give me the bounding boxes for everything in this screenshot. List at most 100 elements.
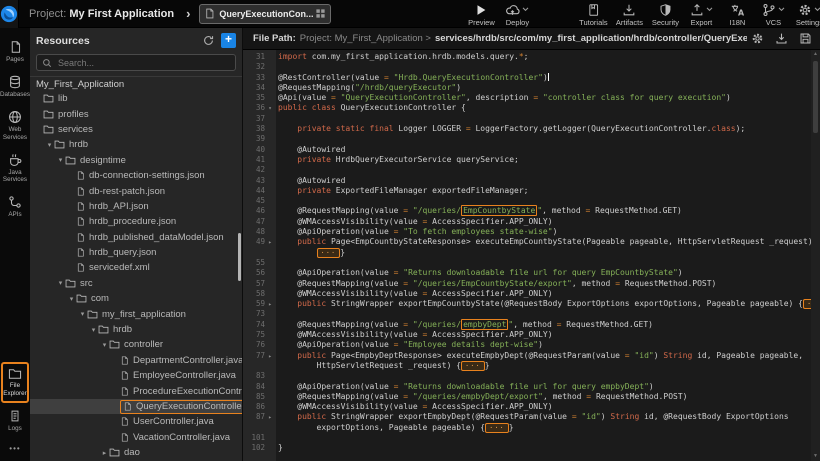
tree-item-hrdb-query-json[interactable]: hrdb_query.json [30, 245, 242, 260]
code-line[interactable]: 84 @ApiOperation(value = "Returns downlo… [243, 382, 811, 392]
chevron-down-icon[interactable]: ▾ [78, 310, 87, 318]
action-artifacts[interactable]: Artifacts [611, 1, 647, 27]
tree-item-hrdb-published-datamodel-json[interactable]: hrdb_published_dataModel.json [30, 230, 242, 245]
code-line[interactable]: 43 @Autowired [243, 176, 811, 186]
gear-icon[interactable] [751, 32, 764, 45]
fold-marker-icon[interactable]: ▸ [265, 412, 275, 422]
app-logo-icon[interactable] [0, 0, 19, 28]
tree-root[interactable]: My_First_Application [30, 76, 242, 91]
tree-item-vacationcontroller-java[interactable]: VacationController.java [30, 430, 242, 445]
code-line[interactable]: 42 [243, 165, 811, 175]
code-line[interactable]: 49▸ public Page<EmpCountbyStateResponse>… [243, 237, 811, 247]
code-line[interactable]: exportOptions, Pageable pageable) {···} [243, 423, 811, 433]
action-tutorials[interactable]: Tutorials [575, 1, 611, 27]
code-line[interactable]: 58 @WMAccessVisibility(value = AccessSpe… [243, 289, 811, 299]
scrollbar-thumb[interactable] [813, 61, 818, 133]
code-line[interactable]: 101 [243, 433, 811, 443]
tree-item-services[interactable]: services [30, 122, 242, 137]
chevron-right-icon[interactable]: ▸ [100, 449, 109, 457]
grid-icon[interactable] [315, 8, 326, 19]
code-line[interactable]: 44 private ExportedFileManager exportedF… [243, 186, 811, 196]
chevron-down-icon[interactable]: ▾ [56, 279, 65, 287]
sidebar-item-web-services[interactable]: Web Services [0, 104, 30, 146]
add-resource-button[interactable]: + [221, 33, 236, 48]
tab-query-execution-controller[interactable]: QueryExecutionCon... [199, 4, 331, 24]
code-line[interactable]: 56 @ApiOperation(value = "Returns downlo… [243, 268, 811, 278]
code-line[interactable]: 74 @RequestMapping(value = "/queries/emp… [243, 320, 811, 330]
code-area[interactable]: 31import com.my_first_application.hrdb.m… [243, 50, 811, 461]
sidebar-item-apis[interactable]: APIs [0, 189, 30, 224]
scroll-up-icon[interactable]: ▲ [811, 50, 820, 59]
code-line[interactable]: HttpServletRequest _request) {···} [243, 361, 811, 371]
code-line[interactable]: 31import com.my_first_application.hrdb.m… [243, 52, 811, 62]
sidebar-item-java-services[interactable]: Java Services [0, 147, 30, 189]
code-line[interactable]: 102} [243, 443, 811, 453]
fold-marker-icon[interactable]: ▸ [265, 237, 275, 247]
tree-item-src[interactable]: ▾src [30, 276, 242, 291]
action-vcs[interactable]: VCS [755, 1, 791, 27]
folded-code-icon[interactable]: ··· [317, 248, 341, 258]
code-line[interactable]: 41 private HrdbQueryExecutorService quer… [243, 155, 811, 165]
tree-item-lib[interactable]: lib [30, 91, 242, 106]
action-export[interactable]: Export [683, 1, 719, 27]
tree-item-db-rest-patch-json[interactable]: db-rest-patch.json [30, 183, 242, 198]
code-line[interactable]: 87▸ public StringWrapper exportEmpbyDept… [243, 412, 811, 422]
tree-item-profiles[interactable]: profiles [30, 106, 242, 121]
refresh-icon[interactable] [202, 34, 215, 47]
folded-code-icon[interactable]: ··· [485, 423, 509, 433]
action-security[interactable]: Security [647, 1, 683, 27]
code-line[interactable]: 37 [243, 114, 811, 124]
tree-item-queryexecutioncontroller-java[interactable]: QueryExecutionController.java [30, 399, 242, 414]
chevron-down-icon[interactable]: ▾ [56, 156, 65, 164]
fold-marker-icon[interactable]: ▸ [265, 351, 275, 361]
code-line[interactable]: 39 [243, 134, 811, 144]
download-icon[interactable] [775, 32, 788, 45]
code-line[interactable]: 40 @Autowired [243, 145, 811, 155]
action-deploy[interactable]: Deploy [499, 1, 535, 27]
fold-marker-icon[interactable]: ▸ [265, 299, 275, 309]
code-line[interactable]: ···} [243, 248, 811, 258]
chevron-down-icon[interactable]: ▾ [89, 326, 98, 334]
code-line[interactable]: 83 [243, 371, 811, 381]
code-line[interactable]: 57 @RequestMapping(value = "/queries/Emp… [243, 279, 811, 289]
search-input[interactable] [56, 57, 230, 69]
sidebar-item-logs[interactable]: Logs [0, 403, 30, 438]
tree-item-com[interactable]: ▾com [30, 291, 242, 306]
code-line[interactable]: 33@RestController(value = "Hrdb.QueryExe… [243, 73, 811, 83]
editor-scrollbar[interactable]: ▲ ▼ [811, 50, 820, 461]
tree-item-departmentcontroller-java[interactable]: DepartmentController.java [30, 353, 242, 368]
chevron-down-icon[interactable]: ▾ [67, 295, 76, 303]
code-line[interactable]: 47 @WMAccessVisibility(value = AccessSpe… [243, 217, 811, 227]
tree-item-hrdb-api-json[interactable]: hrdb_API.json [30, 199, 242, 214]
sidebar-item-file-explorer[interactable]: File Explorer [1, 362, 29, 402]
code-line[interactable]: 46 @RequestMapping(value = "/queries/Emp… [243, 206, 811, 216]
folded-code-icon[interactable]: ··· [803, 299, 811, 309]
code-line[interactable]: 55 [243, 258, 811, 268]
tree-item-usercontroller-java[interactable]: UserController.java [30, 414, 242, 429]
more-icon[interactable]: ••• [0, 438, 30, 461]
tree-item-servicedef-xml[interactable]: servicedef.xml [30, 260, 242, 275]
code-line[interactable]: 77▸ public Page<EmpbyDeptResponse> execu… [243, 351, 811, 361]
code-line[interactable]: 34@RequestMapping("/hrdb/queryExecutor") [243, 83, 811, 93]
code-line[interactable]: 85 @RequestMapping(value = "/queries/emp… [243, 392, 811, 402]
fold-marker-icon[interactable]: ▾ [265, 103, 275, 113]
tree-item-hrdb-procedure-json[interactable]: hrdb_procedure.json [30, 214, 242, 229]
tree-item-hrdb[interactable]: ▾hrdb [30, 322, 242, 337]
tree-item-designtime[interactable]: ▾designtime [30, 153, 242, 168]
code-line[interactable]: 36▾public class QueryExecutionController… [243, 103, 811, 113]
tree-item-hrdb[interactable]: ▾hrdb [30, 137, 242, 152]
panel-scrollbar-thumb[interactable] [238, 233, 241, 281]
sidebar-item-databases[interactable]: Databases [0, 69, 30, 104]
scroll-down-icon[interactable]: ▼ [811, 452, 820, 461]
code-line[interactable]: 32 [243, 62, 811, 72]
code-line[interactable]: 73 [243, 309, 811, 319]
save-icon[interactable] [799, 32, 812, 45]
code-line[interactable]: 38 private static final Logger LOGGER = … [243, 124, 811, 134]
tree-item-db-connection-settings-json[interactable]: db-connection-settings.json [30, 168, 242, 183]
code-line[interactable]: 35@Api(value = "QueryExecutionController… [243, 93, 811, 103]
chevron-down-icon[interactable]: ▾ [45, 141, 54, 149]
chevron-down-icon[interactable]: ▾ [100, 341, 109, 349]
code-line[interactable]: 75 @WMAccessVisibility(value = AccessSpe… [243, 330, 811, 340]
code-line[interactable]: 48 @ApiOperation(value = "To fetch emplo… [243, 227, 811, 237]
tree-item-dao[interactable]: ▸dao [30, 445, 242, 460]
